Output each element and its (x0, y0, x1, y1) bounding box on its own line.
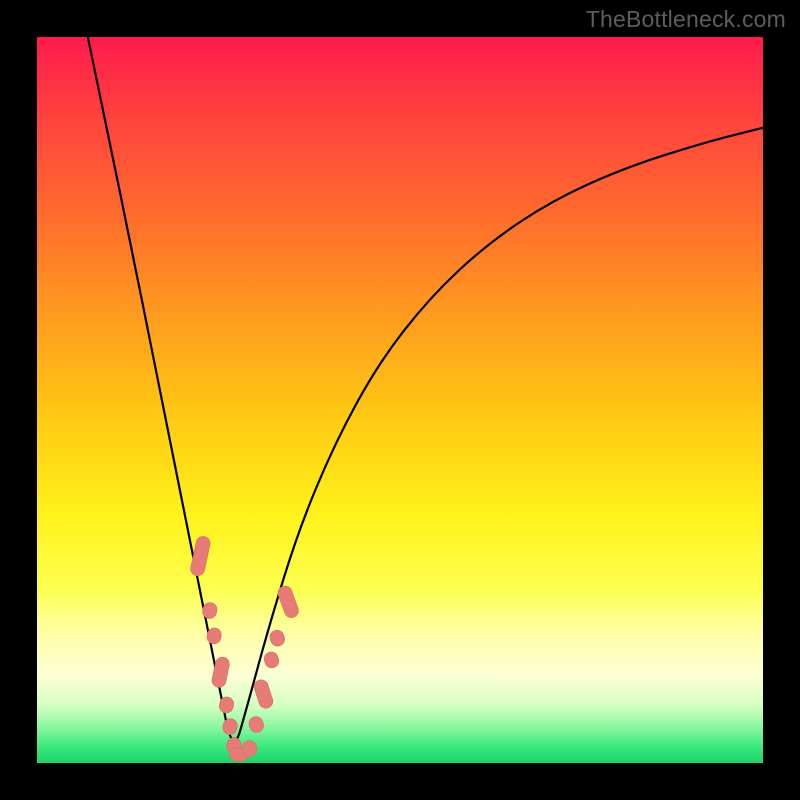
curve-marker (252, 678, 274, 710)
curve-marker (247, 715, 265, 735)
curve-path (88, 37, 763, 741)
curve-marker (262, 650, 280, 670)
bottleneck-curve (88, 37, 763, 741)
highlighted-markers (189, 535, 300, 761)
curve-marker (276, 584, 300, 619)
curve-marker (222, 717, 239, 736)
watermark-text: TheBottleneck.com (586, 6, 786, 33)
curve-marker (268, 628, 286, 648)
chart-frame: TheBottleneck.com (0, 0, 800, 800)
curve-marker (201, 601, 218, 620)
plot-area (37, 37, 763, 763)
curve-layer (37, 37, 763, 763)
